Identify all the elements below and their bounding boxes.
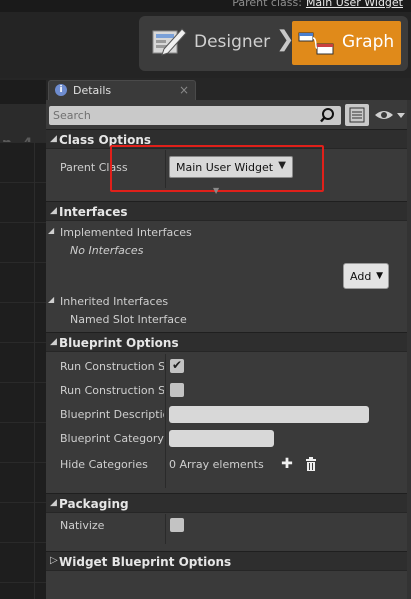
- highlight-box: [110, 145, 324, 192]
- collapse-arrow-icon: ◢: [50, 498, 57, 508]
- blueprint-category-label: Blueprint Category: [60, 432, 164, 445]
- run-construction-label: Run Construction Scr: [60, 384, 164, 397]
- search-input[interactable]: [51, 107, 317, 123]
- run-construction-checkbox[interactable]: [170, 358, 184, 373]
- expand-arrow-icon: ▷: [50, 555, 58, 566]
- parent-class-header-label: Parent class:: [232, 0, 302, 9]
- hide-categories-label: Hide Categories: [60, 458, 148, 471]
- eye-icon: [375, 111, 405, 119]
- add-button-label: Add: [350, 270, 372, 283]
- details-search: [49, 106, 341, 125]
- collapse-arrow-icon: ◢: [50, 206, 57, 216]
- collapse-arrow-icon: ◢: [50, 134, 57, 144]
- chevron-down-icon: ▼: [376, 271, 383, 281]
- panel-edge: [407, 100, 411, 599]
- widget-blueprint-options-header[interactable]: ▷ Widget Blueprint Options: [46, 551, 407, 571]
- blueprint-category-field[interactable]: [169, 430, 274, 447]
- interfaces-title: Interfaces: [59, 205, 128, 219]
- nativize-checkbox[interactable]: [170, 518, 184, 532]
- graph-mode-button[interactable]: Graph: [292, 21, 401, 65]
- search-icon[interactable]: [319, 107, 337, 124]
- graph-panel-header: n -4: [0, 104, 46, 152]
- designer-mode-button[interactable]: Designer: [148, 21, 272, 65]
- expand-handle-icon[interactable]: ▼: [213, 186, 219, 195]
- graph-canvas[interactable]: [0, 142, 46, 599]
- named-slot-interface: Named Slot Interface: [70, 313, 187, 326]
- packaging-header[interactable]: ◢ Packaging: [46, 493, 407, 513]
- nativize-label: Nativize: [60, 519, 105, 532]
- column-divider[interactable]: [165, 514, 166, 544]
- add-interface-button[interactable]: Add ▼: [343, 263, 389, 289]
- collapse-arrow-icon[interactable]: ◢: [48, 226, 54, 235]
- interfaces-header[interactable]: ◢ Interfaces: [46, 201, 407, 221]
- designer-mode-label: Designer: [194, 32, 271, 52]
- trash-icon[interactable]: [305, 457, 317, 471]
- inherited-interfaces-label: Inherited Interfaces: [60, 295, 169, 308]
- blueprint-description-field[interactable]: [169, 406, 369, 423]
- array-elements-count: 0 Array elements: [169, 458, 264, 471]
- packaging-title: Packaging: [59, 497, 129, 511]
- run-construction-checkbox[interactable]: [170, 383, 184, 397]
- details-tab-label: Details: [73, 84, 112, 97]
- parent-class-header-link[interactable]: Main User Widget: [306, 0, 403, 9]
- no-interfaces-text: No Interfaces: [70, 244, 144, 257]
- graph-editor-panel[interactable]: n -4: [0, 80, 46, 599]
- close-icon[interactable]: ×: [179, 83, 189, 97]
- blueprint-description-label: Blueprint Description: [60, 408, 164, 421]
- details-tab[interactable]: i Details ×: [48, 80, 196, 101]
- add-icon[interactable]: ✚: [280, 457, 294, 471]
- widget-blueprint-options-title: Widget Blueprint Options: [59, 555, 232, 569]
- view-options-button[interactable]: [373, 106, 407, 124]
- graph-mode-label: Graph: [342, 32, 395, 52]
- collapse-arrow-icon: ◢: [50, 337, 57, 347]
- implemented-interfaces-label: Implemented Interfaces: [60, 226, 192, 239]
- info-icon: i: [55, 84, 67, 96]
- list-view-icon: [349, 107, 365, 123]
- blueprint-options-title: Blueprint Options: [59, 336, 179, 350]
- column-divider[interactable]: [165, 354, 166, 488]
- collapse-arrow-icon[interactable]: ◢: [48, 295, 54, 304]
- graph-grid-line: [34, 142, 35, 599]
- blueprint-options-header[interactable]: ◢ Blueprint Options: [46, 332, 407, 352]
- parent-class-header: Parent class: Main User Widget: [232, 0, 403, 9]
- list-view-button[interactable]: [345, 104, 369, 126]
- run-construction-label: Run Construction Scr: [60, 360, 164, 373]
- designer-icon: [152, 28, 187, 56]
- graph-icon: [298, 32, 334, 55]
